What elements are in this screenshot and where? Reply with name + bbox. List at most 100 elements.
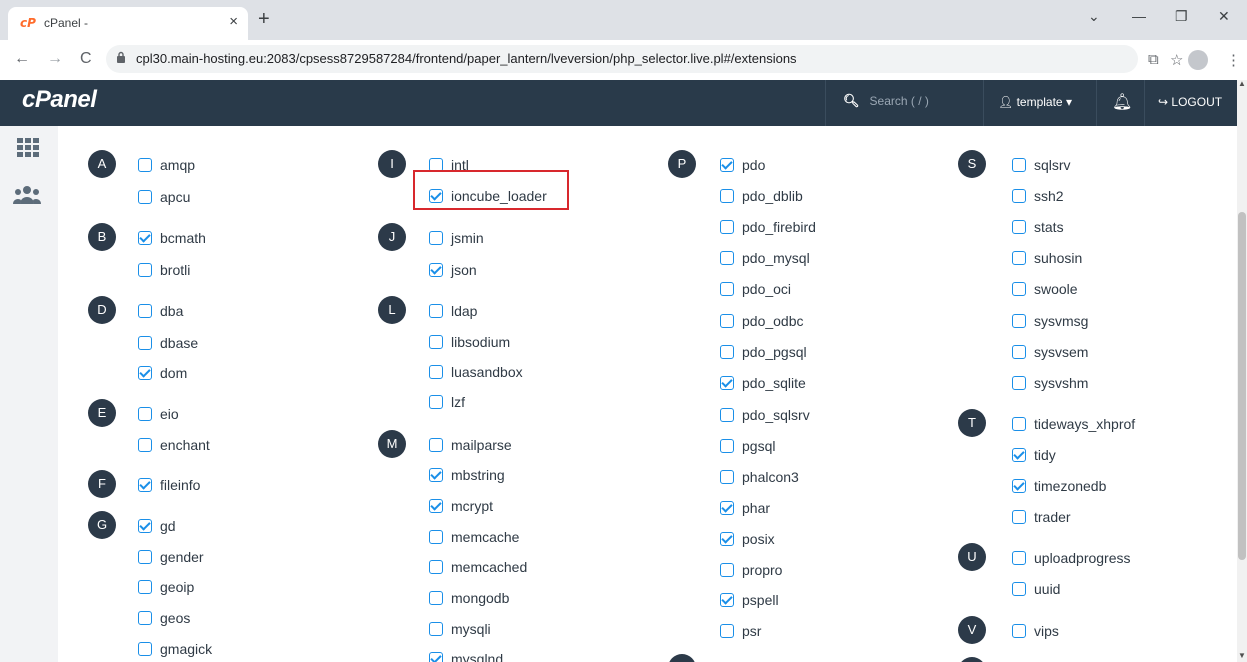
extension-label[interactable]: uploadprogress bbox=[1034, 550, 1131, 566]
extension-checkbox[interactable] bbox=[138, 158, 152, 172]
extension-checkbox[interactable] bbox=[720, 345, 734, 359]
extension-checkbox[interactable] bbox=[429, 622, 443, 636]
extension-checkbox[interactable] bbox=[1012, 314, 1026, 328]
profile-avatar[interactable] bbox=[1188, 50, 1208, 70]
extension-checkbox[interactable] bbox=[720, 158, 734, 172]
extension-checkbox[interactable] bbox=[1012, 189, 1026, 203]
back-button[interactable]: ← bbox=[14, 50, 30, 68]
forward-button[interactable]: → bbox=[47, 50, 63, 68]
extension-label[interactable]: mbstring bbox=[451, 467, 505, 483]
extension-label[interactable]: mongodb bbox=[451, 590, 509, 606]
page-scrollbar[interactable]: ▲ ▼ bbox=[1237, 79, 1247, 662]
extension-checkbox[interactable] bbox=[720, 501, 734, 515]
extension-label[interactable]: pdo_dblib bbox=[742, 188, 803, 204]
extension-checkbox[interactable] bbox=[429, 335, 443, 349]
extension-label[interactable]: apcu bbox=[160, 189, 190, 205]
extension-checkbox[interactable] bbox=[429, 304, 443, 318]
extension-checkbox[interactable] bbox=[1012, 345, 1026, 359]
extension-checkbox[interactable] bbox=[138, 478, 152, 492]
extension-checkbox[interactable] bbox=[429, 530, 443, 544]
extension-checkbox[interactable] bbox=[1012, 376, 1026, 390]
extension-label[interactable]: geoip bbox=[160, 579, 194, 595]
extension-checkbox[interactable] bbox=[720, 439, 734, 453]
extension-checkbox[interactable] bbox=[138, 190, 152, 204]
notifications-bell-icon[interactable]: 🔔︎ bbox=[1112, 92, 1132, 112]
extension-label[interactable]: pdo_sqlite bbox=[742, 375, 806, 391]
extension-label[interactable]: pdo_oci bbox=[742, 281, 791, 297]
close-window-button[interactable]: ✕ bbox=[1218, 8, 1230, 25]
extension-label[interactable]: pdo bbox=[742, 157, 765, 173]
extension-checkbox[interactable] bbox=[138, 611, 152, 625]
extension-checkbox[interactable] bbox=[138, 438, 152, 452]
extension-checkbox[interactable] bbox=[720, 220, 734, 234]
extension-checkbox[interactable] bbox=[429, 499, 443, 513]
extension-label[interactable]: pgsql bbox=[742, 438, 775, 454]
extension-label[interactable]: luasandbox bbox=[451, 364, 523, 380]
extension-checkbox[interactable] bbox=[138, 407, 152, 421]
new-tab-button[interactable]: + bbox=[258, 8, 270, 31]
extension-checkbox[interactable] bbox=[720, 282, 734, 296]
extension-label[interactable]: tidy bbox=[1034, 447, 1056, 463]
extension-label[interactable]: json bbox=[451, 262, 477, 278]
extension-checkbox[interactable] bbox=[1012, 220, 1026, 234]
extension-checkbox[interactable] bbox=[138, 231, 152, 245]
extension-label[interactable]: libsodium bbox=[451, 334, 510, 350]
extension-label[interactable]: mcrypt bbox=[451, 498, 493, 514]
scroll-up-arrow-icon[interactable]: ▲ bbox=[1238, 79, 1246, 88]
extension-checkbox[interactable] bbox=[720, 563, 734, 577]
extension-label[interactable]: pdo_odbc bbox=[742, 313, 804, 329]
extension-checkbox[interactable] bbox=[429, 652, 443, 662]
extension-label[interactable]: sysvmsg bbox=[1034, 313, 1088, 329]
extension-checkbox[interactable] bbox=[138, 550, 152, 564]
extension-checkbox[interactable] bbox=[138, 519, 152, 533]
tab-close-icon[interactable]: × bbox=[229, 13, 238, 30]
extension-checkbox[interactable] bbox=[429, 468, 443, 482]
restore-button[interactable]: ❐ bbox=[1175, 8, 1188, 25]
extension-label[interactable]: brotli bbox=[160, 262, 190, 278]
extension-label[interactable]: ldap bbox=[451, 303, 477, 319]
address-bar[interactable]: cpl30.main-hosting.eu:2083/cpsess8729587… bbox=[106, 45, 1138, 73]
browser-tab[interactable]: cP cPanel - × bbox=[8, 7, 248, 40]
logout-button[interactable]: ↪ LOGOUT bbox=[1158, 95, 1222, 109]
apps-grid-icon[interactable] bbox=[17, 138, 39, 158]
extension-label[interactable]: gender bbox=[160, 549, 204, 565]
extension-checkbox[interactable] bbox=[720, 251, 734, 265]
extension-label[interactable]: sysvshm bbox=[1034, 375, 1088, 391]
extension-checkbox[interactable] bbox=[138, 263, 152, 277]
extension-label[interactable]: gd bbox=[160, 518, 176, 534]
extension-label[interactable]: propro bbox=[742, 562, 782, 578]
extension-checkbox[interactable] bbox=[720, 624, 734, 638]
extension-label[interactable]: mailparse bbox=[451, 437, 512, 453]
extension-checkbox[interactable] bbox=[1012, 624, 1026, 638]
extension-checkbox[interactable] bbox=[1012, 448, 1026, 462]
extension-label[interactable]: timezonedb bbox=[1034, 478, 1106, 494]
extension-checkbox[interactable] bbox=[429, 395, 443, 409]
extension-label[interactable]: fileinfo bbox=[160, 477, 200, 493]
extension-checkbox[interactable] bbox=[1012, 417, 1026, 431]
extension-checkbox[interactable] bbox=[138, 304, 152, 318]
extension-label[interactable]: pdo_firebird bbox=[742, 219, 816, 235]
extension-label[interactable]: mysqlnd bbox=[451, 651, 503, 662]
extension-label[interactable]: jsmin bbox=[451, 230, 484, 246]
extension-checkbox[interactable] bbox=[429, 591, 443, 605]
extension-checkbox[interactable] bbox=[138, 642, 152, 656]
share-icon[interactable]: ⧉ bbox=[1148, 51, 1159, 68]
extension-label[interactable]: tideways_xhprof bbox=[1034, 416, 1135, 432]
extension-checkbox[interactable] bbox=[1012, 158, 1026, 172]
extension-label[interactable]: ssh2 bbox=[1034, 188, 1064, 204]
users-icon[interactable] bbox=[13, 184, 41, 206]
extension-label[interactable]: pdo_sqlsrv bbox=[742, 407, 810, 423]
extension-label[interactable]: pdo_pgsql bbox=[742, 344, 807, 360]
extension-label[interactable]: dbase bbox=[160, 335, 198, 351]
extension-label[interactable]: memcached bbox=[451, 559, 527, 575]
extension-label[interactable]: pdo_mysql bbox=[742, 250, 810, 266]
extension-checkbox[interactable] bbox=[1012, 479, 1026, 493]
extension-label[interactable]: pspell bbox=[742, 592, 779, 608]
extension-checkbox[interactable] bbox=[720, 189, 734, 203]
extension-checkbox[interactable] bbox=[1012, 551, 1026, 565]
extension-label[interactable]: psr bbox=[742, 623, 761, 639]
extension-checkbox[interactable] bbox=[429, 231, 443, 245]
extension-checkbox[interactable] bbox=[720, 314, 734, 328]
extension-checkbox[interactable] bbox=[429, 263, 443, 277]
extension-checkbox[interactable] bbox=[1012, 282, 1026, 296]
